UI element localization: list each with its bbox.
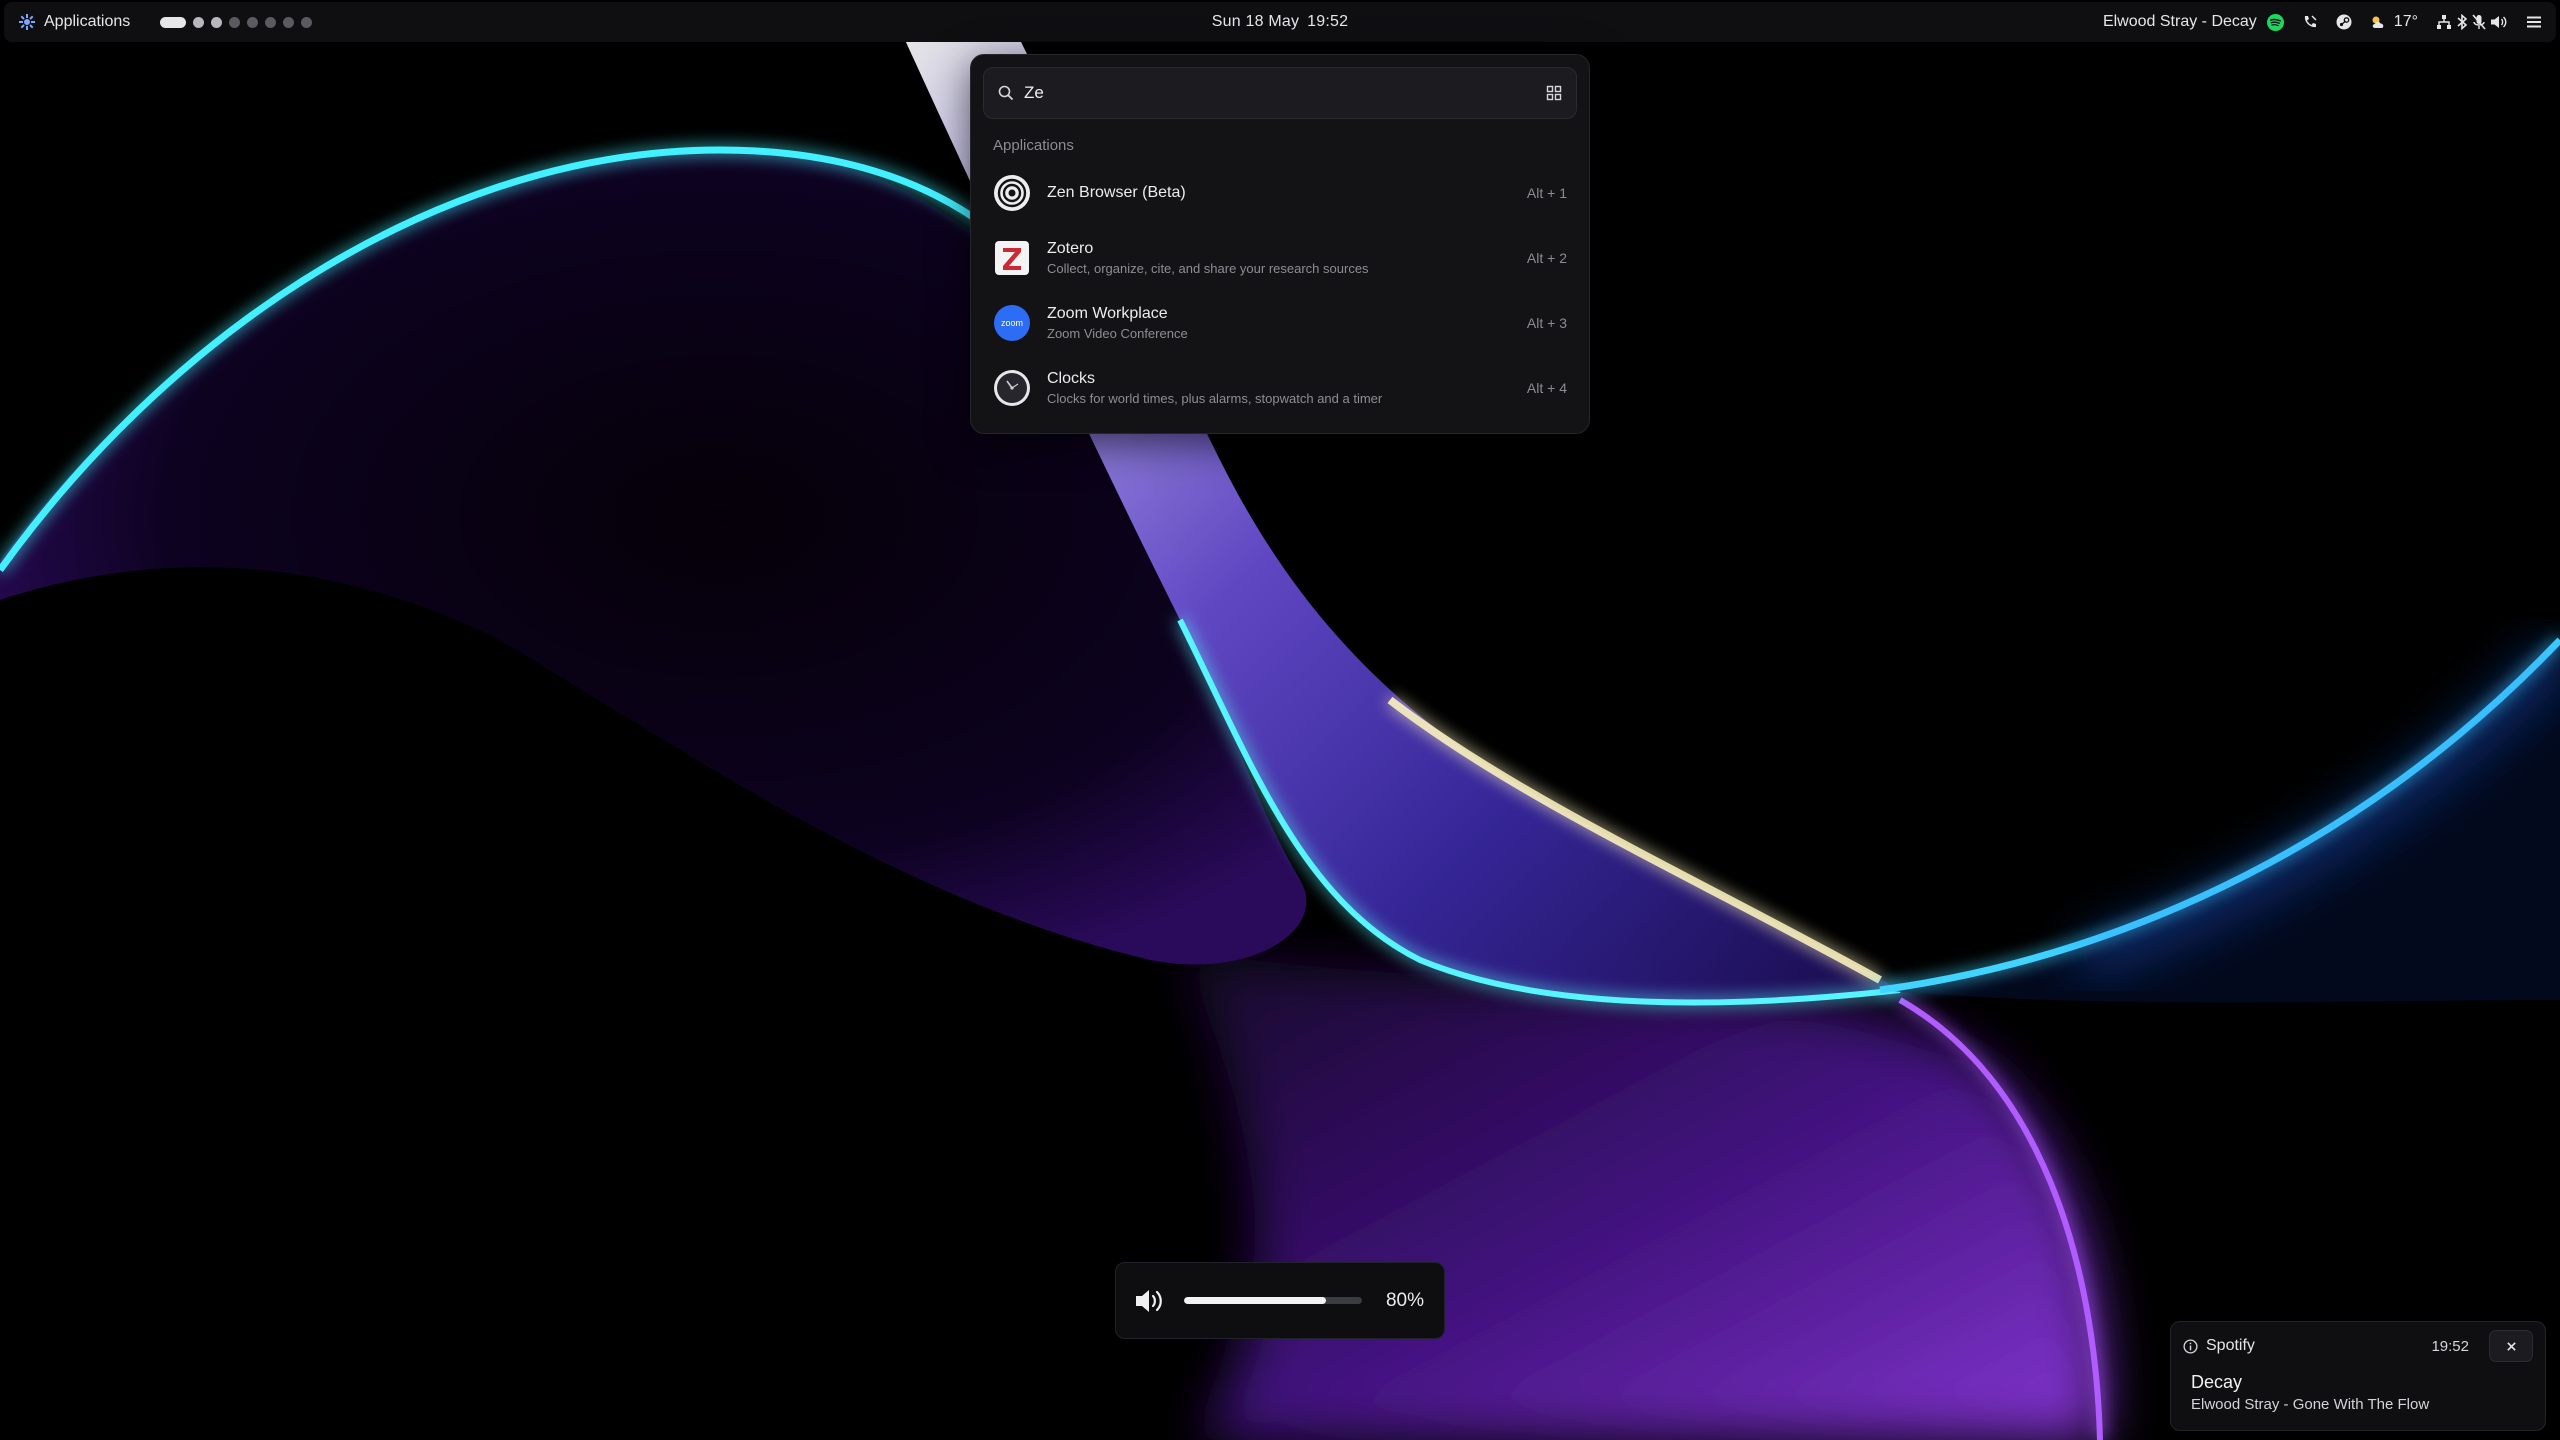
workspace-6[interactable] (265, 16, 277, 28)
status-icons[interactable] (2436, 14, 2508, 30)
top-bar: Applications Sun 18 May 19:52 Elwood Stra… (4, 2, 2556, 42)
result-name: Zoom Workplace (1047, 304, 1168, 322)
applications-label: Applications (44, 13, 131, 30)
spotify-icon (2266, 13, 2284, 31)
volume-icon (2491, 16, 2507, 28)
workspace-4[interactable] (229, 16, 241, 28)
notification-time: 19:52 (2431, 1337, 2469, 1355)
now-playing-widget[interactable]: Elwood Stray - Decay (2103, 13, 2284, 31)
info-icon (2183, 1338, 2198, 1354)
now-playing-label: Elwood Stray - Decay (2102, 13, 2257, 30)
result-shortcut: Alt + 1 (1526, 184, 1567, 201)
volume-osd: 80% (1115, 1262, 1445, 1339)
volume-value: 80% (1385, 1289, 1424, 1311)
result-zotero[interactable]: Zotero Collect, organize, cite, and shar… (983, 225, 1577, 290)
close-icon (2506, 1341, 2516, 1351)
weather-icon (2372, 16, 2384, 28)
result-shortcut: Alt + 3 (1526, 314, 1567, 331)
launcher-search-box[interactable] (983, 67, 1577, 119)
workspace-3[interactable] (211, 16, 223, 28)
result-description: Collect, organize, cite, and share your … (1047, 260, 1369, 276)
call-icon[interactable] (2302, 14, 2318, 30)
workspace-7[interactable] (283, 16, 295, 28)
result-name: Zen Browser (Beta) (1047, 183, 1186, 201)
workspace-1[interactable] (160, 16, 187, 28)
time-label: 19:52 (1307, 13, 1349, 30)
steam-icon[interactable] (2336, 14, 2352, 30)
date-time[interactable]: Sun 18 May 19:52 (1212, 13, 1348, 31)
grid-view-icon[interactable] (1546, 85, 1562, 101)
workspace-indicator (160, 16, 313, 28)
result-shortcut: Alt + 4 (1526, 379, 1567, 396)
microphone-muted-icon (2472, 14, 2486, 30)
results-section-label: Applications (993, 137, 1074, 154)
menu-icon[interactable] (2526, 15, 2542, 29)
date-label: Sun 18 May (1211, 13, 1300, 30)
zotero-icon (993, 239, 1031, 277)
volume-slider-fill (1184, 1297, 1327, 1304)
notification-body: Elwood Stray - Gone With The Flow (2191, 1396, 2430, 1413)
notification-close-button[interactable] (2489, 1330, 2533, 1362)
notification-title: Decay (2191, 1372, 2243, 1392)
launcher-search-input[interactable] (1024, 83, 1536, 103)
result-description: Clocks for world times, plus alarms, sto… (1047, 390, 1383, 406)
clocks-icon (993, 369, 1031, 407)
weather-temperature: 17° (2393, 13, 2418, 30)
app-launcher: Applications Zen Browser (Beta) Alt + 1 … (970, 54, 1590, 434)
network-icon (2437, 15, 2451, 29)
applications-menu-button[interactable]: Applications (18, 13, 130, 31)
workspace-5[interactable] (247, 16, 259, 28)
notification-app-name: Spotify (2206, 1337, 2255, 1354)
result-zen-browser[interactable]: Zen Browser (Beta) Alt + 1 (983, 160, 1577, 225)
weather-widget[interactable]: 17° (2370, 13, 2418, 31)
notification-card[interactable]: Spotify 19:52 Decay Elwood Stray - Gone … (2170, 1321, 2546, 1431)
workspace-2[interactable] (193, 16, 205, 28)
search-icon (998, 85, 1014, 101)
zen-browser-icon (993, 174, 1031, 212)
bluetooth-icon (2457, 14, 2468, 30)
result-description: Zoom Video Conference (1047, 325, 1188, 341)
workspace-8[interactable] (301, 16, 313, 28)
result-shortcut: Alt + 2 (1526, 249, 1567, 266)
result-name: Clocks (1047, 369, 1096, 387)
result-name: Zotero (1047, 239, 1094, 257)
result-clocks[interactable]: Clocks Clocks for world times, plus alar… (983, 355, 1577, 420)
volume-high-icon (1136, 1289, 1162, 1312)
zoom-icon: zoom (993, 304, 1031, 342)
result-zoom-workplace[interactable]: zoom Zoom Workplace Zoom Video Conferenc… (983, 290, 1577, 355)
applications-logo-icon (19, 14, 35, 30)
zoom-icon-text: zoom (1001, 318, 1023, 328)
volume-slider[interactable] (1184, 1297, 1362, 1304)
system-tray: Elwood Stray - Decay 17° (2103, 13, 2542, 31)
